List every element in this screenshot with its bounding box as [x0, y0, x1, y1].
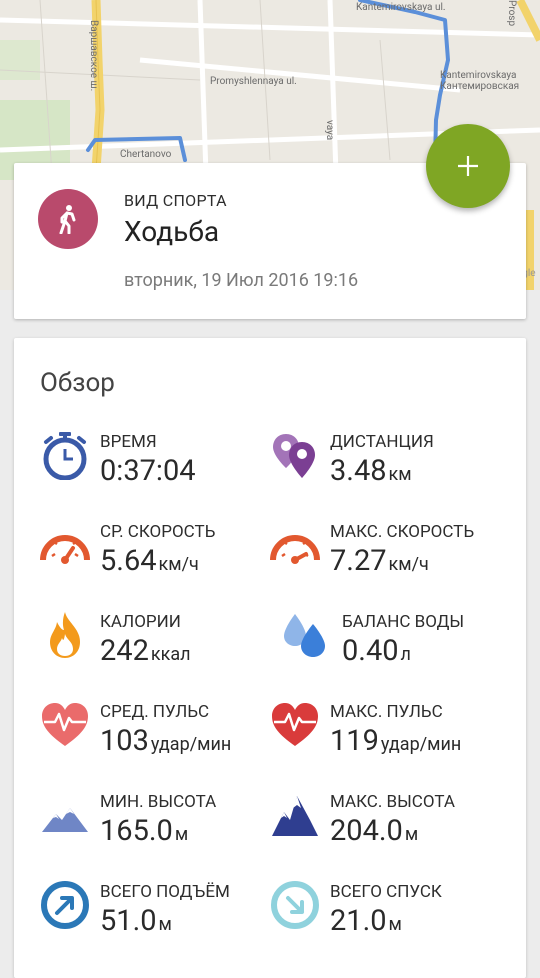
speedometer-icon [40, 535, 90, 564]
stat-calories[interactable]: КАЛОРИИ 242 ккал [40, 610, 280, 690]
stat-time[interactable]: ВРЕМЯ 0:37:04 [40, 430, 280, 510]
map-label-street: Kantemirovskaya ul. [356, 2, 446, 13]
stat-value: 51.0 м [100, 904, 172, 938]
stat-label: СР. СКОРОСТЬ [100, 522, 216, 542]
stat-value: 119 удар/мин [330, 724, 462, 758]
overview-card: Обзор ВРЕМЯ 0:37:04 ДИСТАНЦИЯ 3.48 км СР… [14, 338, 526, 978]
stat-avg-speed[interactable]: СР. СКОРОСТЬ 5.64 км/ч [40, 520, 280, 600]
stat-label: ВСЕГО СПУСК [330, 882, 442, 902]
stat-max-altitude[interactable]: МАКС. ВЫСОТА 204.0 м [270, 790, 510, 870]
stat-value: 0:37:04 [100, 454, 196, 488]
map-label-highway: Варшавское ш. [88, 20, 99, 92]
mountain-max-icon [272, 796, 318, 836]
flame-icon [50, 612, 80, 658]
stat-min-altitude[interactable]: МИН. ВЫСОТА 165.0 м [40, 790, 280, 870]
workout-date: вторник, 19 Июл 2016 19:16 [124, 270, 359, 291]
stat-total-ascent[interactable]: ВСЕГО ПОДЪЁМ 51.0 м [40, 880, 280, 960]
stat-value: 0.40 л [342, 634, 411, 668]
stat-value: 3.48 км [330, 454, 412, 488]
stat-label: МАКС. СКОРОСТЬ [330, 522, 475, 542]
stat-label: ВСЕГО ПОДЪЁМ [100, 882, 230, 902]
stat-label: ДИСТАНЦИЯ [330, 432, 434, 452]
stat-total-descent[interactable]: ВСЕГО СПУСК 21.0 м [270, 880, 510, 960]
stat-value: 204.0 м [330, 814, 419, 848]
map-label-street: vaya [324, 120, 335, 141]
map-label-street: Promyshlennaya ul. [210, 76, 297, 87]
stat-value: 103 удар/мин [100, 724, 232, 758]
stat-label: БАЛАНС ВОДЫ [342, 612, 465, 632]
speedometer-max-icon [270, 535, 320, 564]
stat-label: СРЕД. ПУЛЬС [100, 702, 210, 722]
stat-avg-pulse[interactable]: СРЕД. ПУЛЬС 103 удар/мин [40, 700, 280, 780]
ascent-icon [41, 881, 89, 929]
overview-title: Обзор [40, 368, 115, 398]
sport-name: Ходьба [124, 215, 220, 248]
map-label-metro-cyr: Кантемировская [440, 81, 520, 92]
stat-value: 5.64 км/ч [100, 544, 199, 578]
stat-max-pulse[interactable]: МАКС. ПУЛЬС 119 удар/мин [270, 700, 510, 780]
descent-icon [271, 881, 319, 929]
stat-value: 21.0 м [330, 904, 402, 938]
stat-max-speed[interactable]: МАКС. СКОРОСТЬ 7.27 км/ч [270, 520, 510, 600]
stat-label: МИН. ВЫСОТА [100, 792, 217, 812]
stat-label: МАКС. ВЫСОТА [330, 792, 455, 812]
map-label-street: Prosp [506, 0, 517, 27]
walking-person-icon [38, 189, 98, 249]
stat-distance[interactable]: ДИСТАНЦИЯ 3.48 км [270, 430, 510, 510]
stat-value: 7.27 км/ч [330, 544, 429, 578]
stopwatch-icon [43, 432, 87, 480]
map-label-district: Chertanovo [120, 149, 172, 160]
stat-label: МАКС. ПУЛЬС [330, 702, 443, 722]
add-button[interactable] [426, 124, 510, 208]
sport-caption: ВИД СПОРТА [124, 191, 227, 210]
mountain-min-icon [42, 808, 88, 832]
stat-value: 165.0 м [100, 814, 189, 848]
stat-label: КАЛОРИИ [100, 612, 181, 632]
stat-label: ВРЕМЯ [100, 432, 157, 452]
heart-pulse-icon [42, 703, 88, 746]
map-label-metro: Kantemirovskaya [440, 70, 517, 81]
heart-pulse-max-icon [272, 703, 318, 746]
stat-value: 242 ккал [100, 634, 191, 668]
water-drops-icon [284, 614, 325, 657]
stat-water-balance[interactable]: БАЛАНС ВОДЫ 0.40 л [270, 610, 510, 690]
plus-icon [458, 156, 478, 176]
map-pins-icon [273, 434, 315, 478]
